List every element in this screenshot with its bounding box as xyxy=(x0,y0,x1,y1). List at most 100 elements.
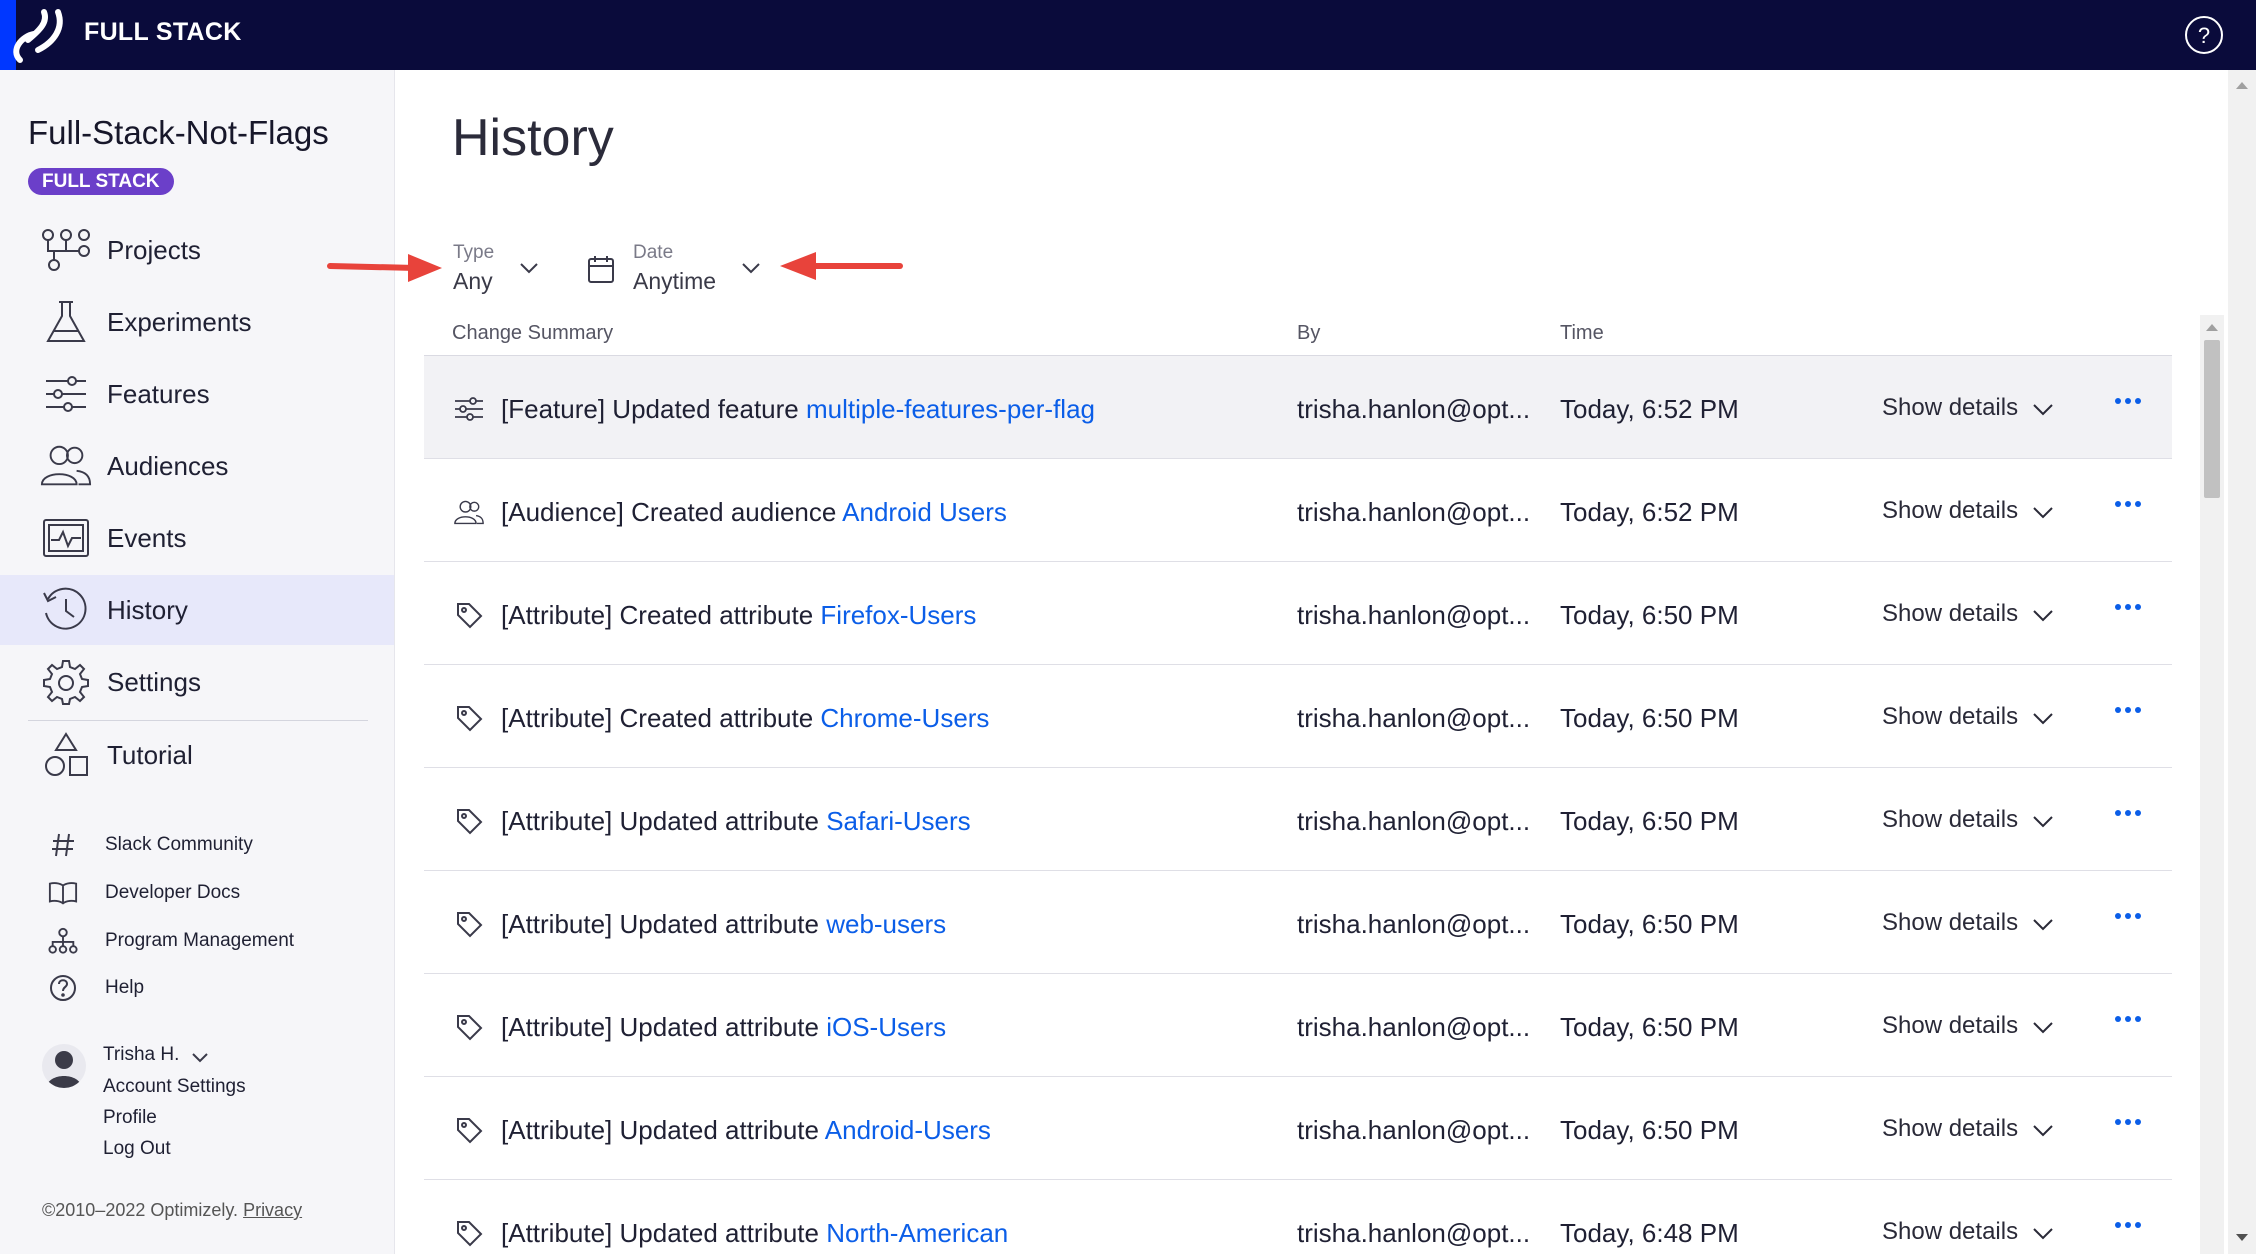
page-scrollbar[interactable] xyxy=(2228,70,2256,1254)
chevron-down-icon[interactable] xyxy=(190,1048,210,1068)
chevron-down-icon[interactable] xyxy=(2030,1117,2056,1143)
chevron-down-icon[interactable] xyxy=(2030,1014,2056,1040)
page-scroll-up-icon[interactable] xyxy=(2236,82,2248,89)
tag-icon xyxy=(454,703,484,733)
table-row[interactable]: [Attribute] Created attribute Chrome-Use… xyxy=(424,665,2172,768)
sidebar-item-events[interactable]: Events xyxy=(0,503,394,573)
show-details-button[interactable]: Show details xyxy=(1882,497,2018,525)
changed-by: trisha.hanlon@opt... xyxy=(1297,1218,1531,1248)
developer-docs-link[interactable]: Developer Docs xyxy=(0,872,394,912)
show-details-button[interactable]: Show details xyxy=(1882,806,2018,834)
sidebar-item-features[interactable]: Features xyxy=(0,359,394,429)
sidebar-item-tutorial[interactable]: Tutorial xyxy=(0,720,394,790)
log-out-link[interactable]: Log Out xyxy=(103,1138,171,1160)
column-header-change-summary[interactable]: Change Summary xyxy=(452,322,613,345)
tag-icon xyxy=(454,909,484,939)
sidebar-item-label: Tutorial xyxy=(107,739,193,770)
table-row[interactable]: [Attribute] Updated attribute Safari-Use… xyxy=(424,768,2172,871)
show-details-button[interactable]: Show details xyxy=(1882,1218,2018,1246)
slack-community-link[interactable]: Slack Community xyxy=(0,824,394,864)
optimizely-logo-icon[interactable] xyxy=(0,0,70,70)
change-action: Updated attribute xyxy=(612,806,827,836)
show-details-button[interactable]: Show details xyxy=(1882,600,2018,628)
more-options-icon[interactable] xyxy=(2108,1007,2148,1031)
users-icon xyxy=(454,497,484,527)
table-row[interactable]: [Attribute] Updated attribute Android-Us… xyxy=(424,1077,2172,1180)
change-type: [Attribute] xyxy=(501,600,613,630)
brand-label: FULL STACK xyxy=(84,18,242,46)
chevron-down-icon[interactable] xyxy=(2030,602,2056,628)
change-type: [Attribute] xyxy=(501,1115,613,1145)
changed-by: trisha.hanlon@opt... xyxy=(1297,909,1531,939)
entity-link[interactable]: multiple-features-per-flag xyxy=(806,394,1095,424)
more-options-icon[interactable] xyxy=(2108,492,2148,516)
date-filter-caption: Date xyxy=(633,242,674,263)
sidebar-item-history[interactable]: History xyxy=(0,575,394,645)
resource-label: Help xyxy=(105,977,145,998)
type-filter-dropdown[interactable]: Type Any xyxy=(453,242,563,302)
entity-link[interactable]: Android-Users xyxy=(825,1115,991,1145)
show-details-button[interactable]: Show details xyxy=(1882,394,2018,422)
sidebar-item-audiences[interactable]: Audiences xyxy=(0,431,394,501)
change-action: Updated feature xyxy=(605,394,806,424)
table-row[interactable]: [Attribute] Updated attribute web-users t… xyxy=(424,871,2172,974)
change-time: Today, 6:50 PM xyxy=(1560,703,1739,733)
table-row[interactable]: [Audience] Created audience Android User… xyxy=(424,459,2172,562)
scroll-up-icon[interactable] xyxy=(2206,324,2218,331)
chevron-down-icon[interactable] xyxy=(2030,808,2056,834)
program-management-link[interactable]: Program Management xyxy=(0,920,394,960)
top-bar: FULL STACK ? xyxy=(0,0,2256,70)
entity-link[interactable]: iOS-Users xyxy=(826,1012,946,1042)
entity-link[interactable]: Safari-Users xyxy=(826,806,970,836)
help-icon[interactable]: ? xyxy=(2184,15,2224,55)
more-options-icon[interactable] xyxy=(2108,389,2148,413)
chevron-down-icon[interactable] xyxy=(2030,911,2056,937)
change-time: Today, 6:52 PM xyxy=(1560,497,1739,527)
entity-link[interactable]: web-users xyxy=(826,909,946,939)
privacy-link[interactable]: Privacy xyxy=(243,1200,302,1220)
show-details-button[interactable]: Show details xyxy=(1882,909,2018,937)
sidebar: Full-Stack-Not-Flags FULL STACK Projects… xyxy=(0,70,395,1254)
sidebar-item-settings[interactable]: Settings xyxy=(0,647,394,717)
sidebar-item-experiments[interactable]: Experiments xyxy=(0,287,394,357)
entity-link[interactable]: Android Users xyxy=(842,497,1007,527)
chevron-down-icon[interactable] xyxy=(2030,705,2056,731)
more-options-icon[interactable] xyxy=(2108,1110,2148,1134)
entity-link[interactable]: North-American xyxy=(826,1218,1008,1248)
sidebar-item-label: Projects xyxy=(107,234,201,265)
hash-icon xyxy=(48,830,78,860)
help-link[interactable]: Help xyxy=(0,967,394,1007)
page-scroll-down-icon[interactable] xyxy=(2236,1234,2248,1241)
more-options-icon[interactable] xyxy=(2108,1213,2148,1237)
table-row[interactable]: [Attribute] Created attribute Firefox-Us… xyxy=(424,562,2172,665)
entity-link[interactable]: Chrome-Users xyxy=(820,703,989,733)
table-row[interactable]: [Attribute] Updated attribute iOS-Users t… xyxy=(424,974,2172,1077)
table-scrollbar-thumb[interactable] xyxy=(2204,340,2220,498)
more-options-icon[interactable] xyxy=(2108,595,2148,619)
show-details-button[interactable]: Show details xyxy=(1882,1012,2018,1040)
sidebar-item-label: Settings xyxy=(107,666,201,697)
more-options-icon[interactable] xyxy=(2108,698,2148,722)
table-row[interactable]: [Attribute] Updated attribute North-Amer… xyxy=(424,1180,2172,1254)
user-menu-name[interactable]: Trisha H. xyxy=(103,1044,179,1066)
column-header-by[interactable]: By xyxy=(1297,322,1320,345)
show-details-button[interactable]: Show details xyxy=(1882,1115,2018,1143)
book-icon xyxy=(48,878,78,908)
sliders-icon xyxy=(40,368,92,420)
chevron-down-icon[interactable] xyxy=(2030,396,2056,422)
show-details-button[interactable]: Show details xyxy=(1882,703,2018,731)
entity-link[interactable]: Firefox-Users xyxy=(820,600,976,630)
change-summary: [Attribute] Updated attribute web-users xyxy=(501,909,946,940)
chevron-down-icon[interactable] xyxy=(2030,499,2056,525)
more-options-icon[interactable] xyxy=(2108,904,2148,928)
profile-link[interactable]: Profile xyxy=(103,1107,157,1129)
change-action: Created audience xyxy=(623,497,843,527)
gear-icon xyxy=(40,656,92,708)
chevron-down-icon[interactable] xyxy=(2030,1220,2056,1246)
account-settings-link[interactable]: Account Settings xyxy=(103,1076,246,1098)
table-row[interactable]: [Feature] Updated feature multiple-featu… xyxy=(424,356,2172,459)
more-options-icon[interactable] xyxy=(2108,801,2148,825)
date-filter-dropdown[interactable]: Date Anytime xyxy=(633,242,773,302)
column-header-time[interactable]: Time xyxy=(1560,322,1604,345)
avatar[interactable] xyxy=(42,1044,86,1088)
